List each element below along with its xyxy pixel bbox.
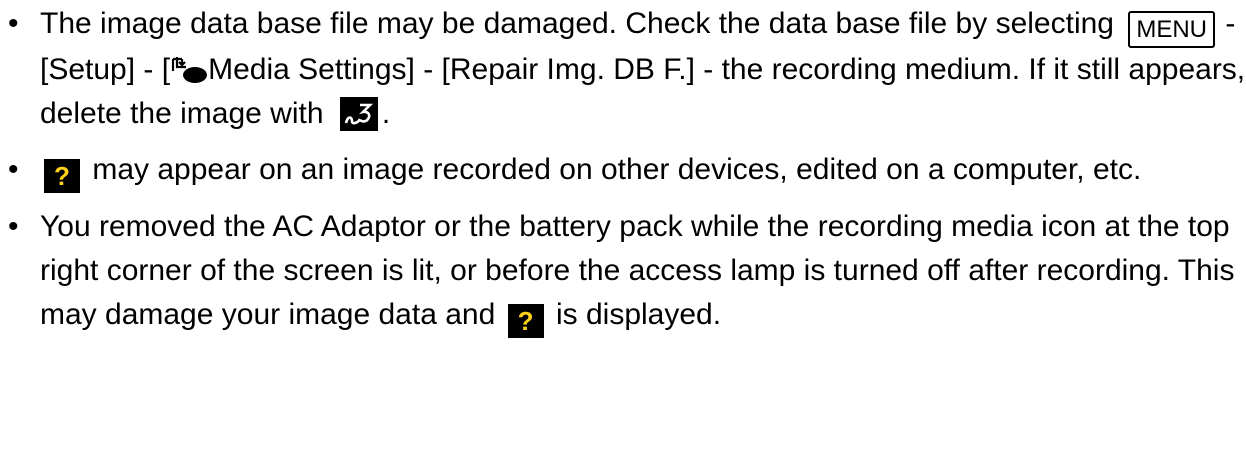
menu-key-icon: MENU	[1128, 11, 1215, 48]
item1-text-3: Media Settings] - [Repair Img. DB F.] - …	[40, 53, 1246, 130]
question-mark-icon: ?	[507, 304, 544, 338]
delete-icon	[339, 97, 378, 131]
bullet: •	[8, 153, 19, 186]
list-item-question-mark-other-devices: • ? may appear on an image recorded on o…	[0, 148, 1246, 193]
bullet: •	[8, 7, 19, 40]
question-mark-icon: ?	[44, 159, 80, 193]
item1-text-1: The image data base file may be damaged.…	[40, 7, 1114, 40]
list-item-damaged-database: • The image data base file may be damage…	[0, 2, 1246, 136]
item2-text-1: may appear on an image recorded on other…	[92, 153, 1142, 186]
item1-text-4: .	[381, 97, 391, 130]
list-item-removed-power: • You removed the AC Adaptor or the batt…	[0, 205, 1246, 338]
troubleshooting-list: • The image data base file may be damage…	[0, 0, 1246, 338]
item3-text-2: is displayed.	[555, 298, 722, 331]
bullet: •	[8, 210, 19, 243]
media-settings-icon	[170, 55, 208, 85]
